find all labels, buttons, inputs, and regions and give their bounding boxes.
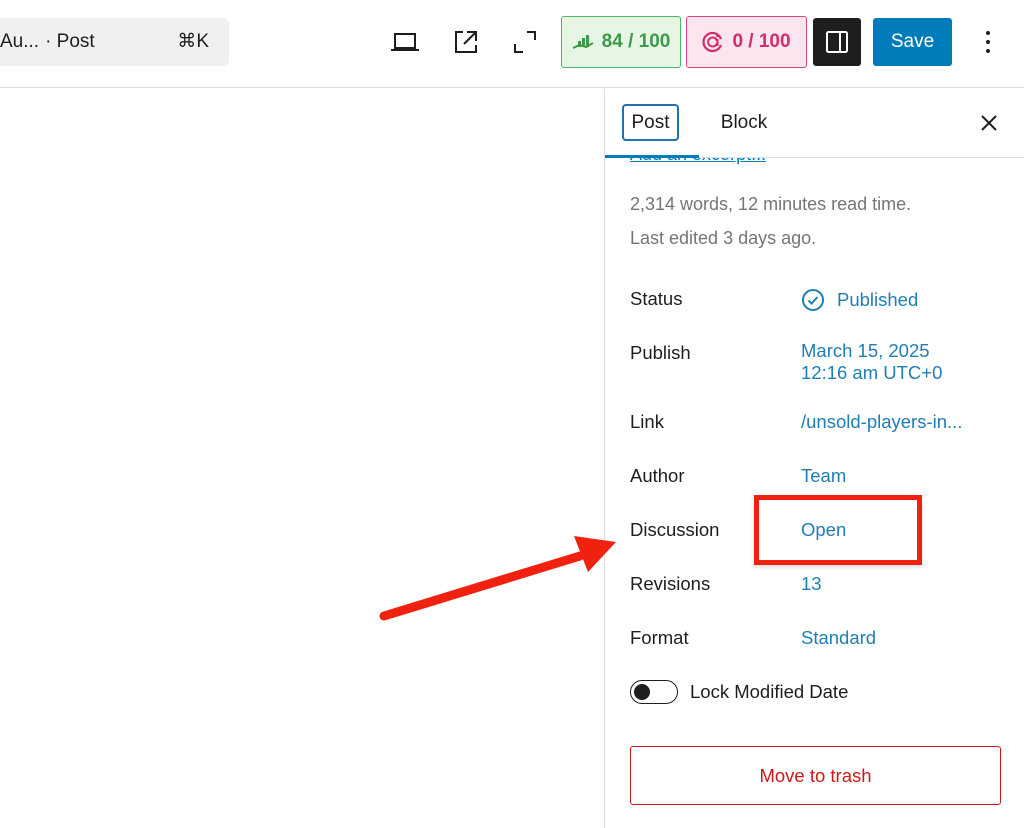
last-edited: Last edited 3 days ago. xyxy=(630,228,817,248)
external-link-icon xyxy=(455,31,477,53)
publish-date-button[interactable]: March 15, 2025 12:16 am UTC+0 xyxy=(801,340,942,384)
field-author: Author Team xyxy=(630,465,1010,493)
active-tab-indicator xyxy=(605,155,699,158)
move-to-trash-button[interactable]: Move to trash xyxy=(630,746,1001,805)
field-status: Status Published xyxy=(630,288,1010,316)
field-link: Link /unsold-players-in... xyxy=(630,411,1010,439)
field-revisions: Revisions 13 xyxy=(630,573,1010,601)
laptop-icon xyxy=(391,33,419,51)
field-label: Discussion xyxy=(630,519,720,540)
settings-sidebar: Add an excerpt... Post Block 2,314 words… xyxy=(604,89,1024,828)
lock-modified-date-label: Lock Modified Date xyxy=(690,681,849,702)
close-sidebar-button[interactable] xyxy=(973,107,1005,139)
publish-time: 12:16 am UTC+0 xyxy=(801,362,943,383)
field-label: Link xyxy=(630,411,664,432)
sidebar-tabs: Post Block xyxy=(605,89,1024,158)
ai-score-value: 0 / 100 xyxy=(732,31,791,52)
command-palette-button[interactable]: Au... · Post ⌘K xyxy=(0,18,229,66)
tab-post[interactable]: Post xyxy=(622,104,679,141)
seo-score-button[interactable]: 84 / 100 xyxy=(561,16,681,68)
status-value: Published xyxy=(837,289,919,310)
status-value-button[interactable]: Published xyxy=(801,288,918,312)
annotation-arrow-icon xyxy=(379,536,616,621)
ai-logo-icon xyxy=(702,31,723,53)
more-vertical-icon xyxy=(986,31,990,35)
annotation-highlight-box xyxy=(754,495,922,565)
publish-date: March 15, 2025 xyxy=(801,340,930,361)
seo-score-value: 84 / 100 xyxy=(601,31,671,52)
keyboard-shortcut: ⌘K xyxy=(177,31,209,52)
revisions-button[interactable]: 13 xyxy=(801,573,822,595)
field-format: Format Standard xyxy=(630,627,1010,655)
field-label: Format xyxy=(630,627,689,648)
close-icon xyxy=(981,115,997,131)
fullscreen-icon xyxy=(514,31,536,53)
ai-score-button[interactable]: 0 / 100 xyxy=(686,16,807,68)
post-title: Au... xyxy=(0,31,40,52)
format-button[interactable]: Standard xyxy=(801,627,876,649)
field-label: Publish xyxy=(630,342,691,363)
fullscreen-button[interactable] xyxy=(505,22,545,62)
word-count: 2,314 words, 12 minutes read time. xyxy=(630,194,912,214)
settings-sidebar-toggle[interactable] xyxy=(813,18,861,66)
field-label: Status xyxy=(630,288,683,309)
more-options-button[interactable] xyxy=(970,22,1006,62)
field-publish: Publish March 15, 2025 12:16 am UTC+0 xyxy=(630,340,1010,390)
field-label: Revisions xyxy=(630,573,711,594)
permalink-button[interactable]: /unsold-players-in... xyxy=(801,411,962,433)
sidebar-icon xyxy=(826,31,848,53)
preview-button[interactable] xyxy=(385,22,425,62)
lock-modified-date-toggle[interactable] xyxy=(630,680,678,704)
tab-block[interactable]: Block xyxy=(709,104,779,141)
post-type: · Post xyxy=(45,31,95,52)
view-post-button[interactable] xyxy=(446,22,486,62)
editor-toolbar: Au... · Post ⌘K 84 / 100 0 / 100 Save xyxy=(0,0,1024,88)
toggle-knob xyxy=(634,683,650,700)
editor-canvas[interactable] xyxy=(0,89,604,828)
published-check-icon xyxy=(802,289,824,311)
seo-chart-icon xyxy=(572,35,594,49)
field-label: Author xyxy=(630,465,685,486)
save-button[interactable]: Save xyxy=(873,18,952,66)
lock-modified-date-row: Lock Modified Date xyxy=(630,680,848,704)
author-button[interactable]: Team xyxy=(801,465,846,487)
